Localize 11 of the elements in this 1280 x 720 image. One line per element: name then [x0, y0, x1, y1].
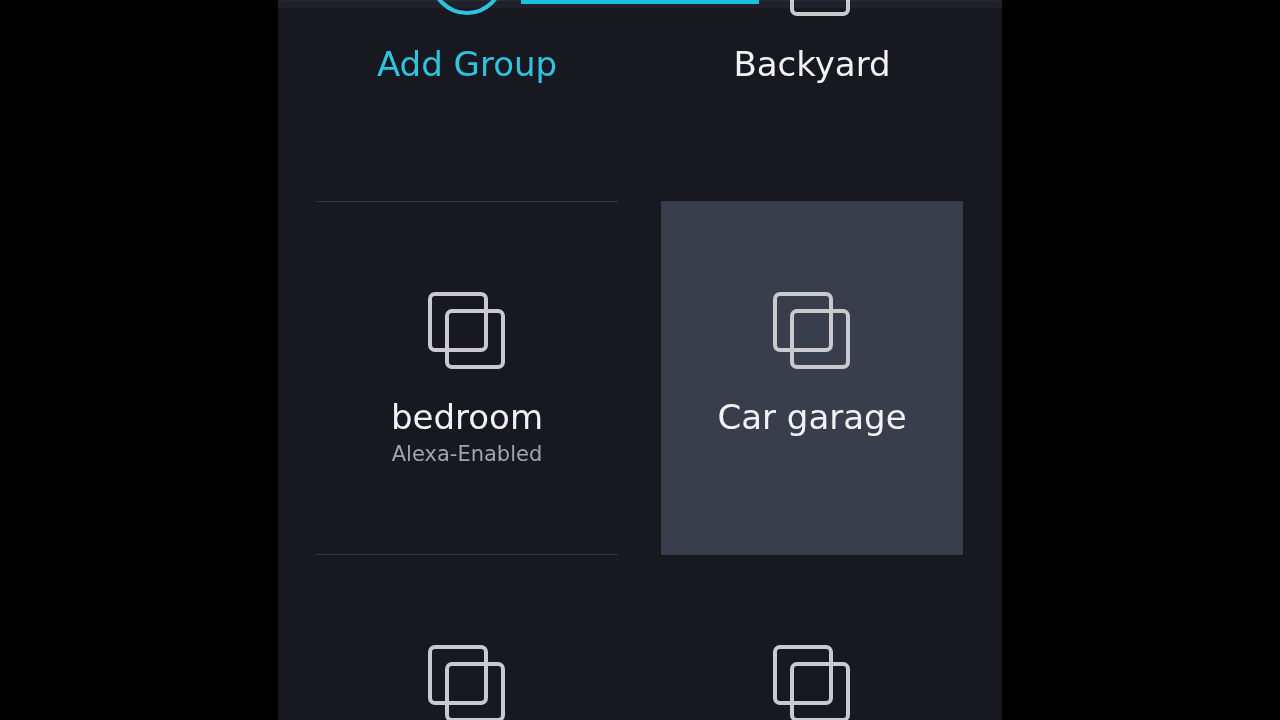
tile-subtitle: Alexa-Enabled [391, 441, 543, 468]
overlapping-squares-icon [428, 645, 506, 720]
tile-label: Backyard [733, 43, 891, 86]
tile-label: Add Group [376, 43, 558, 86]
overlapping-squares-icon [428, 292, 506, 370]
tile-label: Car garage [717, 396, 907, 439]
tile-label: bedroom [390, 396, 543, 439]
overlapping-squares-icon [773, 292, 851, 370]
group-tile[interactable]: Car garage [661, 202, 963, 555]
overlapping-squares-icon [773, 645, 851, 720]
group-tile[interactable]: bedroom Alexa-Enabled [316, 202, 618, 555]
